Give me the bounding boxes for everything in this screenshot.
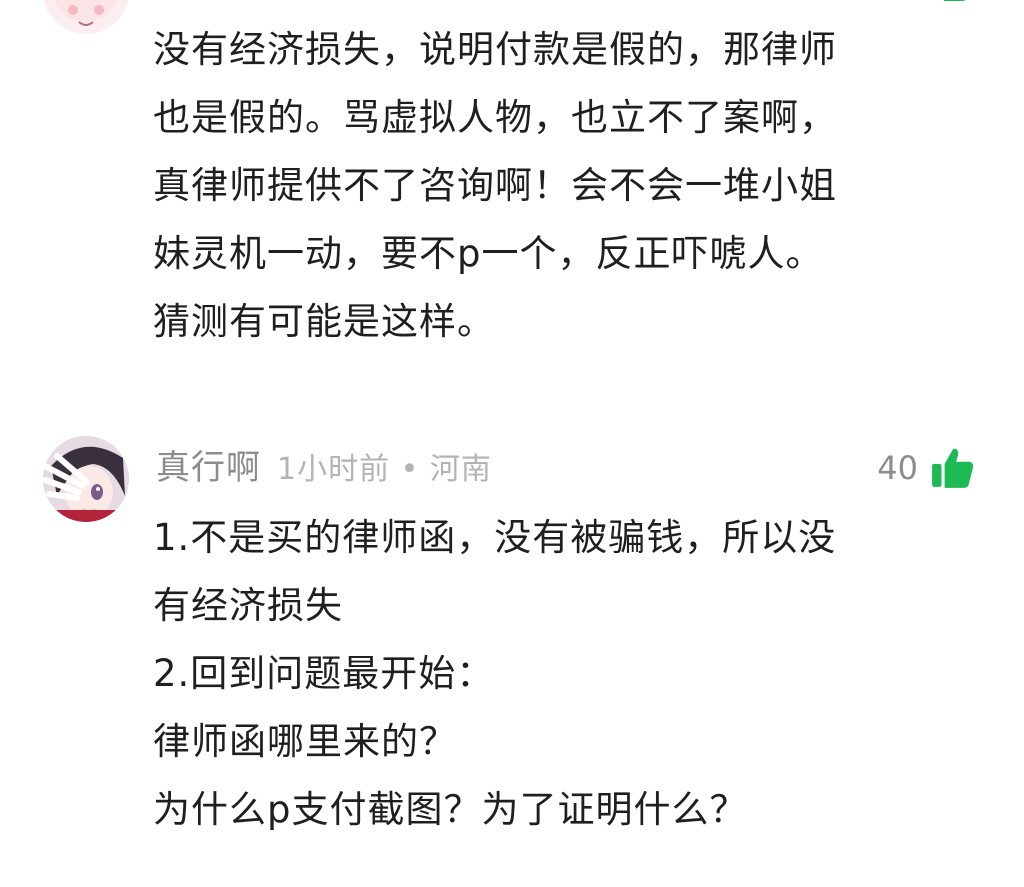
thumbs-up-icon xyxy=(930,445,976,491)
time-location: 1小时前 • 河南 xyxy=(277,452,492,487)
comment-line: 真律师提供不了咨询啊！会不会一堆小姐 xyxy=(153,164,837,207)
comment-text: 没有经济损失，说明付款是假的，那律师 也是假的。骂虚拟人物，也立不了案啊， 真律… xyxy=(153,16,983,356)
username[interactable]: 真行啊 xyxy=(156,448,261,488)
avatar-anime-girl-icon xyxy=(43,0,129,34)
comment-line: 也是假的。骂虚拟人物，也立不了案啊， xyxy=(153,96,837,139)
comment-line: 2.回到问题最开始： xyxy=(153,652,495,695)
comment-line: 为什么p支付截图？为了证明什么？ xyxy=(153,788,748,831)
comment-line: 没有经济损失，说明付款是假的，那律师 xyxy=(153,28,837,71)
comment-text: 1.不是买的律师函，没有被骗钱，所以没 有经济损失 2.回到问题最开始： 律师函… xyxy=(153,504,983,844)
comment-line: 有经济损失 xyxy=(153,584,343,627)
avatar-anime-girl-icon xyxy=(43,436,129,522)
user-avatar[interactable] xyxy=(43,436,129,522)
thumbs-up-icon[interactable] xyxy=(930,0,974,8)
user-avatar[interactable] xyxy=(43,0,129,34)
comment-meta: 真行啊 1小时前 • 河南 xyxy=(156,440,492,496)
comment-line: 妹灵机一动，要不p一个，反正吓唬人。 xyxy=(153,232,824,275)
like-button[interactable]: 40 xyxy=(877,440,976,496)
comment-line: 1.不是买的律师函，没有被骗钱，所以没 xyxy=(153,516,837,559)
comment-line: 猜测有可能是这样。 xyxy=(153,300,495,343)
comment-line: 律师函哪里来的？ xyxy=(153,720,457,763)
like-count: 40 xyxy=(877,449,918,487)
